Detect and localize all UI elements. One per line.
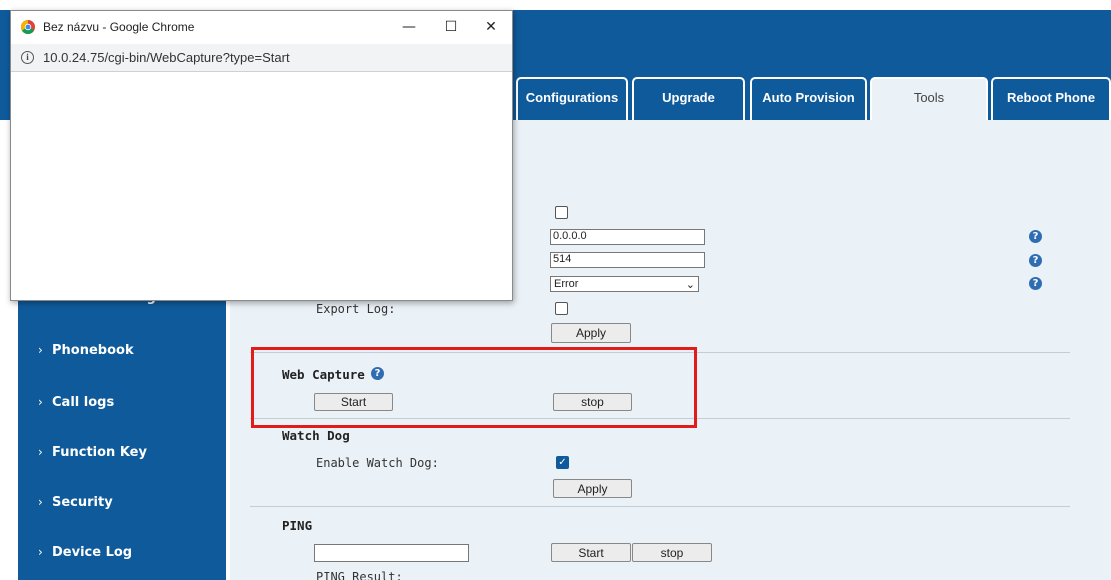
- sidebar-item-phonebook[interactable]: › Phonebook: [38, 343, 134, 358]
- sidebar-item-label: Call logs: [52, 395, 115, 410]
- log-level-value: Error: [554, 278, 579, 290]
- help-icon[interactable]: ?: [1029, 230, 1042, 243]
- chevron-right-icon: ›: [38, 343, 43, 357]
- chevron-right-icon: ›: [38, 545, 43, 559]
- export-log-label: Export Log:: [316, 302, 396, 316]
- sidebar-item-label: Phonebook: [52, 343, 134, 358]
- tab-tools[interactable]: Tools: [870, 77, 988, 120]
- sidebar-item-label: Security: [52, 495, 113, 510]
- sidebar-item-security[interactable]: › Security: [38, 495, 113, 510]
- chevron-right-icon: ›: [38, 495, 43, 509]
- chevron-right-icon: ›: [38, 445, 43, 459]
- tab-auto-provision[interactable]: Auto Provision: [750, 77, 867, 120]
- watch-dog-apply-button[interactable]: Apply: [553, 479, 632, 498]
- sidebar-item-label: Function Key: [52, 445, 147, 460]
- popup-titlebar[interactable]: Bez názvu - Google Chrome — ☐ ✕: [11, 11, 512, 44]
- divider: [250, 506, 1070, 507]
- address-bar[interactable]: i 10.0.24.75/cgi-bin/WebCapture?type=Sta…: [11, 44, 512, 72]
- tab-label: Configurations: [525, 90, 619, 105]
- ping-title: PING: [282, 518, 313, 533]
- popup-url[interactable]: 10.0.24.75/cgi-bin/WebCapture?type=Start: [43, 50, 290, 65]
- tab-label: Upgrade: [662, 90, 715, 105]
- export-log-checkbox[interactable]: [555, 302, 568, 315]
- highlight-box: [251, 347, 697, 428]
- chevron-down-icon: ⌄: [685, 278, 695, 291]
- ping-start-button[interactable]: Start: [551, 543, 631, 562]
- maximize-button[interactable]: ☐: [436, 15, 466, 39]
- popup-title: Bez názvu - Google Chrome: [43, 20, 195, 34]
- chrome-logo-icon: [21, 20, 35, 34]
- sidebar-item-call-logs[interactable]: › Call logs: [38, 395, 114, 410]
- ping-target-input[interactable]: [314, 544, 469, 562]
- watch-dog-title: Watch Dog: [282, 428, 350, 443]
- info-icon[interactable]: i: [21, 51, 34, 64]
- syslog-port-input[interactable]: 514: [550, 252, 705, 268]
- enable-watch-dog-label: Enable Watch Dog:: [316, 456, 439, 470]
- tab-reboot-phone[interactable]: Reboot Phone: [991, 77, 1111, 120]
- popup-window: Bez názvu - Google Chrome — ☐ ✕ i 10.0.2…: [10, 10, 513, 301]
- ping-stop-button[interactable]: stop: [632, 543, 712, 562]
- sidebar-item-function-key[interactable]: › Function Key: [38, 445, 147, 460]
- chevron-right-icon: ›: [38, 395, 43, 409]
- sidebar-item-label: Device Log: [52, 545, 133, 560]
- tab-label: Auto Provision: [762, 90, 855, 105]
- tab-configurations[interactable]: Configurations: [516, 77, 628, 120]
- syslog-enable-checkbox[interactable]: [555, 206, 568, 219]
- tab-upgrade[interactable]: Upgrade: [632, 77, 745, 120]
- help-icon[interactable]: ?: [1029, 254, 1042, 267]
- ping-result-label: PING Result:: [316, 570, 403, 580]
- tab-label: Reboot Phone: [1006, 90, 1096, 105]
- sidebar-item-device-log[interactable]: › Device Log: [38, 545, 132, 560]
- tab-label: Tools: [913, 90, 945, 105]
- syslog-server-input[interactable]: 0.0.0.0: [550, 229, 705, 245]
- syslog-apply-button[interactable]: Apply: [551, 323, 631, 343]
- enable-watch-dog-checkbox[interactable]: ✓: [556, 456, 569, 469]
- minimize-button[interactable]: —: [394, 15, 424, 39]
- help-icon[interactable]: ?: [1029, 277, 1042, 290]
- log-level-select[interactable]: Error ⌄: [550, 276, 699, 292]
- close-button[interactable]: ✕: [476, 15, 506, 39]
